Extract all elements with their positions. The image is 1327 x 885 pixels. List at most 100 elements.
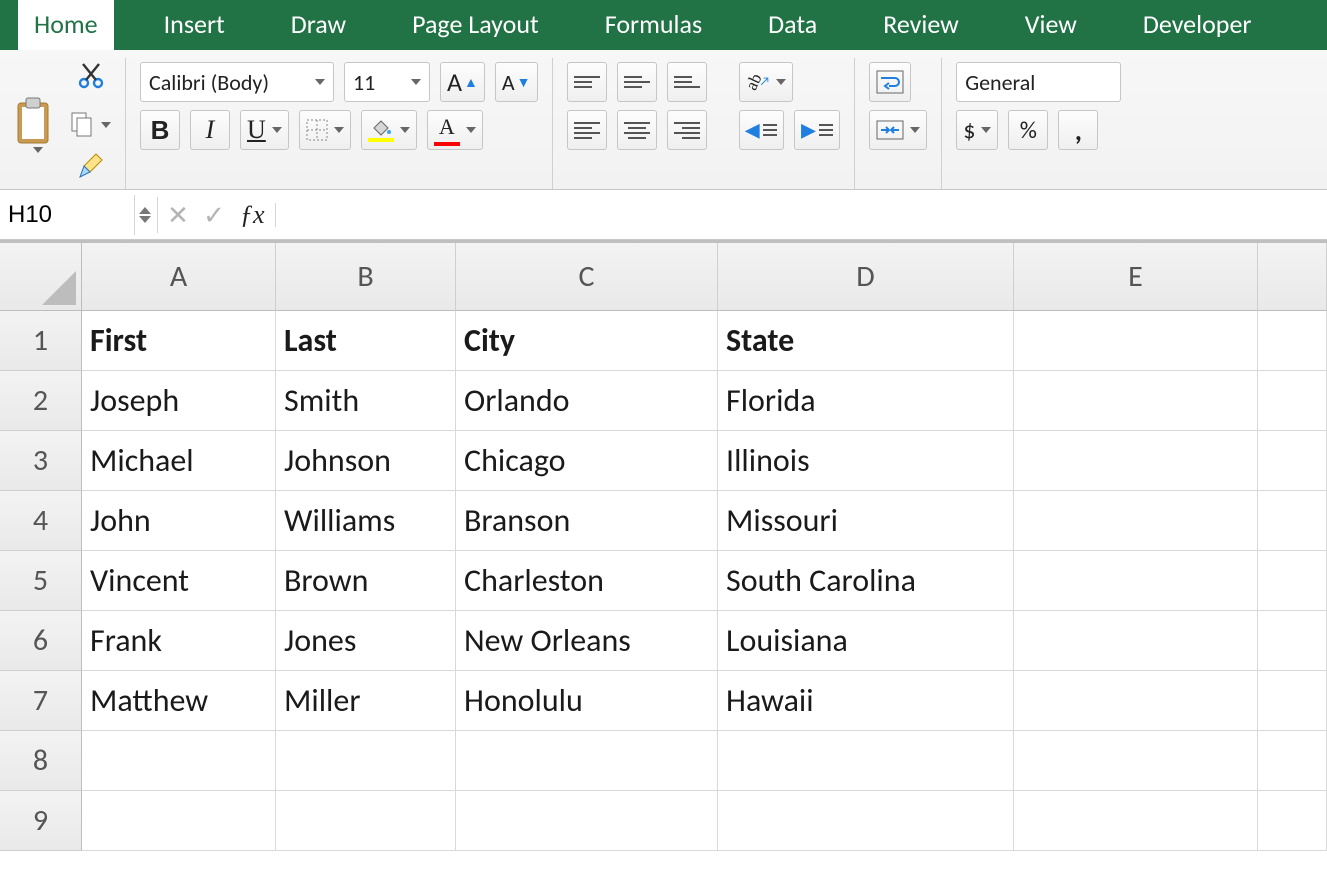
cell[interactable] xyxy=(1014,731,1258,791)
column-header-F[interactable] xyxy=(1258,243,1327,311)
tab-developer[interactable]: Developer xyxy=(1127,0,1268,50)
cell[interactable]: State xyxy=(718,311,1014,371)
cell[interactable]: Florida xyxy=(718,371,1014,431)
cell[interactable] xyxy=(1014,311,1258,371)
row-header-8[interactable]: 8 xyxy=(0,731,82,791)
column-header-A[interactable]: A xyxy=(82,243,276,311)
cut-button[interactable] xyxy=(77,62,105,99)
column-header-B[interactable]: B xyxy=(276,243,456,311)
cell[interactable]: Miller xyxy=(276,671,456,731)
cell[interactable]: Hawaii xyxy=(718,671,1014,731)
align-bottom-button[interactable] xyxy=(667,62,707,102)
increase-indent-button[interactable]: ▶ xyxy=(794,110,840,150)
merge-center-button[interactable] xyxy=(869,110,927,150)
italic-button[interactable]: I xyxy=(190,110,230,150)
cell[interactable] xyxy=(276,731,456,791)
cell[interactable] xyxy=(1014,491,1258,551)
currency-button[interactable]: $ xyxy=(956,110,998,150)
cell[interactable]: Johnson xyxy=(276,431,456,491)
cell[interactable]: Joseph xyxy=(82,371,276,431)
increase-font-size-button[interactable]: A ▲ xyxy=(440,62,485,102)
tab-home[interactable]: Home xyxy=(18,0,114,50)
row-header-1[interactable]: 1 xyxy=(0,311,82,371)
tab-insert[interactable]: Insert xyxy=(148,0,241,50)
cell[interactable]: Branson xyxy=(456,491,718,551)
bold-button[interactable]: B xyxy=(140,110,180,150)
cell[interactable]: Frank xyxy=(82,611,276,671)
cell[interactable]: City xyxy=(456,311,718,371)
column-header-C[interactable]: C xyxy=(456,243,718,311)
cell[interactable]: Brown xyxy=(276,551,456,611)
select-all-corner[interactable] xyxy=(0,243,82,311)
enter-formula-button[interactable]: ✓ xyxy=(196,199,232,231)
cell[interactable]: Williams xyxy=(276,491,456,551)
align-right-button[interactable] xyxy=(667,110,707,150)
row-header-6[interactable]: 6 xyxy=(0,611,82,671)
cell[interactable] xyxy=(1258,491,1327,551)
align-left-button[interactable] xyxy=(567,110,607,150)
cell[interactable] xyxy=(1258,551,1327,611)
cell[interactable] xyxy=(1014,671,1258,731)
copy-button[interactable] xyxy=(70,111,111,139)
underline-button[interactable]: U xyxy=(240,110,289,150)
cell[interactable] xyxy=(82,731,276,791)
cell[interactable] xyxy=(1258,431,1327,491)
decrease-indent-button[interactable]: ◀ xyxy=(739,110,785,150)
row-header-5[interactable]: 5 xyxy=(0,551,82,611)
row-header-2[interactable]: 2 xyxy=(0,371,82,431)
row-header-4[interactable]: 4 xyxy=(0,491,82,551)
cell[interactable] xyxy=(718,731,1014,791)
cell[interactable] xyxy=(276,791,456,851)
align-middle-button[interactable] xyxy=(617,62,657,102)
cell[interactable] xyxy=(1258,611,1327,671)
cell[interactable] xyxy=(1258,791,1327,851)
cell[interactable]: South Carolina xyxy=(718,551,1014,611)
font-name-dropdown[interactable]: Calibri (Body) xyxy=(140,62,334,102)
fx-label[interactable]: ƒx xyxy=(232,200,273,230)
cell[interactable]: Matthew xyxy=(82,671,276,731)
align-top-button[interactable] xyxy=(567,62,607,102)
name-box-spinner[interactable] xyxy=(135,207,155,223)
cell[interactable] xyxy=(82,791,276,851)
paste-button[interactable] xyxy=(12,95,60,153)
cell[interactable] xyxy=(1014,371,1258,431)
align-center-button[interactable] xyxy=(617,110,657,150)
tab-formulas[interactable]: Formulas xyxy=(589,0,718,50)
format-painter-button[interactable] xyxy=(76,151,106,186)
borders-button[interactable] xyxy=(299,110,351,150)
cell[interactable]: Jones xyxy=(276,611,456,671)
name-box[interactable] xyxy=(0,195,135,235)
cell[interactable]: Vincent xyxy=(82,551,276,611)
tab-draw[interactable]: Draw xyxy=(275,0,362,50)
cell[interactable] xyxy=(1258,731,1327,791)
row-header-9[interactable]: 9 xyxy=(0,791,82,851)
tab-view[interactable]: View xyxy=(1009,0,1093,50)
cell[interactable]: First xyxy=(82,311,276,371)
decrease-font-size-button[interactable]: A ▼ xyxy=(495,62,538,102)
cell[interactable] xyxy=(1014,611,1258,671)
cell[interactable] xyxy=(1258,671,1327,731)
formula-bar-input[interactable] xyxy=(278,195,1327,235)
wrap-text-button[interactable] xyxy=(869,62,911,102)
cancel-formula-button[interactable]: ✕ xyxy=(160,199,196,231)
cell[interactable] xyxy=(456,731,718,791)
cell[interactable] xyxy=(1258,311,1327,371)
cell[interactable]: New Orleans xyxy=(456,611,718,671)
cell[interactable]: John xyxy=(82,491,276,551)
cell[interactable]: Louisiana xyxy=(718,611,1014,671)
cell[interactable]: Honolulu xyxy=(456,671,718,731)
cell[interactable] xyxy=(1014,431,1258,491)
comma-style-button[interactable]: , xyxy=(1058,110,1098,150)
cell[interactable]: Chicago xyxy=(456,431,718,491)
font-color-button[interactable]: A xyxy=(427,110,483,150)
cell[interactable] xyxy=(718,791,1014,851)
tab-data[interactable]: Data xyxy=(752,0,833,50)
cell[interactable] xyxy=(1258,371,1327,431)
cell[interactable]: Orlando xyxy=(456,371,718,431)
row-header-3[interactable]: 3 xyxy=(0,431,82,491)
cell[interactable] xyxy=(1014,791,1258,851)
cell[interactable]: Last xyxy=(276,311,456,371)
tab-page-layout[interactable]: Page Layout xyxy=(396,0,555,50)
row-header-7[interactable]: 7 xyxy=(0,671,82,731)
cell[interactable]: Charleston xyxy=(456,551,718,611)
